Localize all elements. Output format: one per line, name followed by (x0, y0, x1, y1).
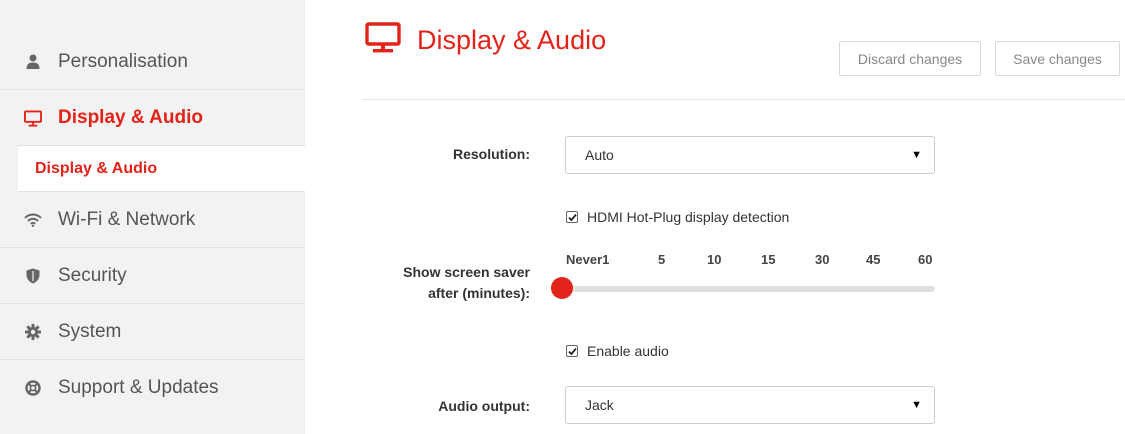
sidebar-item-security[interactable]: Security (0, 248, 305, 304)
app-root: Personalisation Display & Audio Display … (0, 0, 1125, 434)
checkbox-box[interactable] (566, 345, 578, 357)
monitor-icon (24, 109, 42, 127)
check-icon (567, 347, 577, 355)
wifi-icon (24, 211, 42, 229)
checkbox-box[interactable] (566, 211, 578, 223)
header-divider (362, 99, 1125, 100)
sidebar-item-label: Display & Audio (58, 107, 203, 128)
slider-tick-label: 15 (761, 252, 776, 267)
shield-icon (24, 267, 42, 285)
page-header: Display & Audio (365, 22, 606, 59)
hdmi-hotplug-checkbox[interactable]: HDMI Hot-Plug display detection (566, 209, 789, 225)
monitor-icon (365, 22, 401, 59)
slider-tick-label: 30 (815, 252, 830, 267)
sidebar-item-system[interactable]: System (0, 304, 305, 360)
sidebar-item-label: System (58, 320, 122, 342)
screensaver-slider-thumb[interactable] (551, 277, 573, 299)
sidebar-item-wifi-network[interactable]: Wi-Fi & Network (0, 192, 305, 248)
sidebar-subitem-display-audio[interactable]: Display & Audio (18, 145, 305, 192)
sidebar-item-label: Security (58, 264, 127, 286)
slider-tick-label: 5 (658, 252, 666, 267)
sidebar-subitem-label: Display & Audio (35, 159, 158, 177)
sidebar-item-label: Wi-Fi & Network (58, 208, 196, 230)
sidebar-item-display-audio[interactable]: Display & Audio (0, 90, 305, 146)
chevron-down-icon: ▼ (911, 149, 922, 161)
sidebar-item-label: Support & Updates (58, 377, 219, 398)
save-changes-button[interactable]: Save changes (995, 41, 1120, 76)
sidebar-item-personalisation[interactable]: Personalisation (0, 34, 305, 90)
slider-tick-label: 60 (918, 252, 933, 267)
enable-audio-label: Enable audio (587, 343, 669, 359)
hdmi-hotplug-label: HDMI Hot-Plug display detection (587, 209, 790, 225)
resolution-select[interactable]: Auto ▼ (565, 136, 935, 174)
page-title: Display & Audio (417, 25, 607, 55)
resolution-value: Auto (585, 147, 614, 163)
audio-output-value: Jack (585, 397, 614, 413)
screensaver-slider-track[interactable] (565, 286, 935, 292)
sidebar-item-label: Personalisation (58, 50, 188, 72)
enable-audio-checkbox[interactable]: Enable audio (566, 343, 669, 359)
sidebar-item-support-updates[interactable]: Support & Updates (0, 360, 305, 416)
resolution-label: Resolution: (453, 146, 530, 162)
chevron-down-icon: ▼ (911, 399, 922, 411)
slider-tick-label: Never1 (566, 252, 610, 267)
check-icon (567, 213, 577, 221)
screensaver-label: Show screen saver after (minutes): (330, 262, 530, 304)
audio-output-select[interactable]: Jack ▼ (565, 386, 935, 424)
sidebar: Personalisation Display & Audio Display … (0, 0, 305, 434)
screensaver-label-line2: after (minutes): (428, 285, 530, 301)
lifebuoy-icon (24, 379, 42, 397)
audio-output-label: Audio output: (438, 398, 530, 414)
discard-changes-button[interactable]: Discard changes (839, 41, 981, 76)
gear-icon (24, 323, 42, 341)
person-icon (24, 53, 42, 71)
slider-tick-label: 45 (866, 252, 881, 267)
screensaver-label-line1: Show screen saver (403, 264, 530, 280)
slider-tick-label: 10 (707, 252, 722, 267)
